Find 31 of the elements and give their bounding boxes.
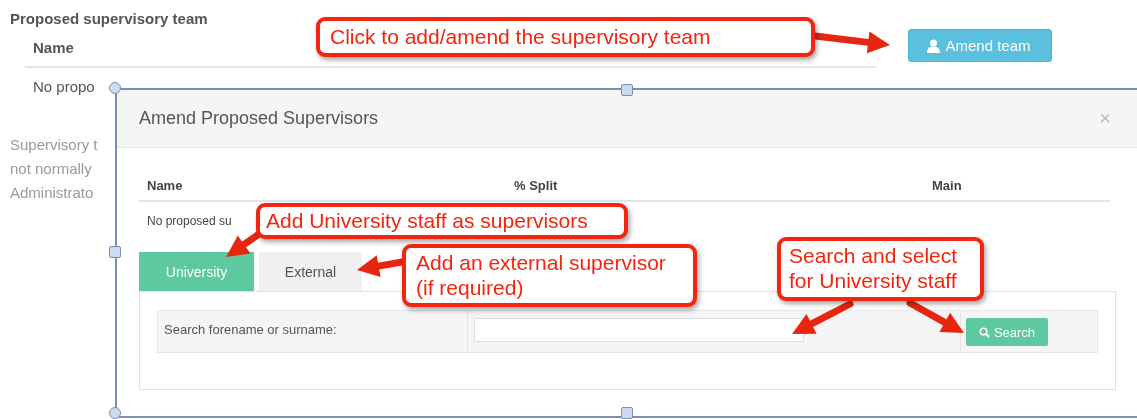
callout-text: Add an external supervisor [416, 250, 667, 275]
search-icon [978, 326, 990, 338]
empty-row-text: No propo [33, 77, 95, 95]
selection-handle-icon[interactable] [621, 407, 633, 419]
callout-text: for University staff [789, 268, 958, 293]
search-label: Search forename or surname: [158, 311, 468, 352]
search-button[interactable]: Search [966, 318, 1048, 346]
tab[interactable]: University [139, 252, 254, 291]
search-field[interactable] [474, 318, 804, 342]
callout-text: Search and select [789, 243, 959, 268]
amend-team-button[interactable]: Amend team [908, 29, 1052, 62]
column-header: Name [33, 39, 74, 56]
user-icon [927, 38, 941, 53]
modal-title: Amend Proposed Supervisors [139, 108, 379, 129]
note-text: Administrato [10, 183, 94, 202]
section-heading: Proposed supervisory team [10, 10, 209, 27]
close-button[interactable]: × [1099, 107, 1111, 130]
column-header: Name [147, 178, 184, 193]
note-text: not normally [10, 159, 92, 178]
note-text: Supervisory t [10, 135, 98, 154]
column-header: % Split [514, 178, 559, 193]
selection-handle-icon[interactable] [621, 84, 633, 96]
selection-handle-icon[interactable] [109, 82, 121, 94]
selection-handle-icon[interactable] [109, 246, 121, 258]
callout-text: Click to add/amend the supervisory team [330, 24, 712, 49]
callout-text: Add University staff as supervisors [266, 208, 589, 233]
empty-row-text: No proposed su [146, 213, 232, 228]
tab[interactable]: External [259, 252, 362, 291]
callout-text: (if required) [416, 275, 525, 300]
column-header: Main [932, 178, 963, 193]
selection-handle-icon[interactable] [109, 407, 121, 419]
